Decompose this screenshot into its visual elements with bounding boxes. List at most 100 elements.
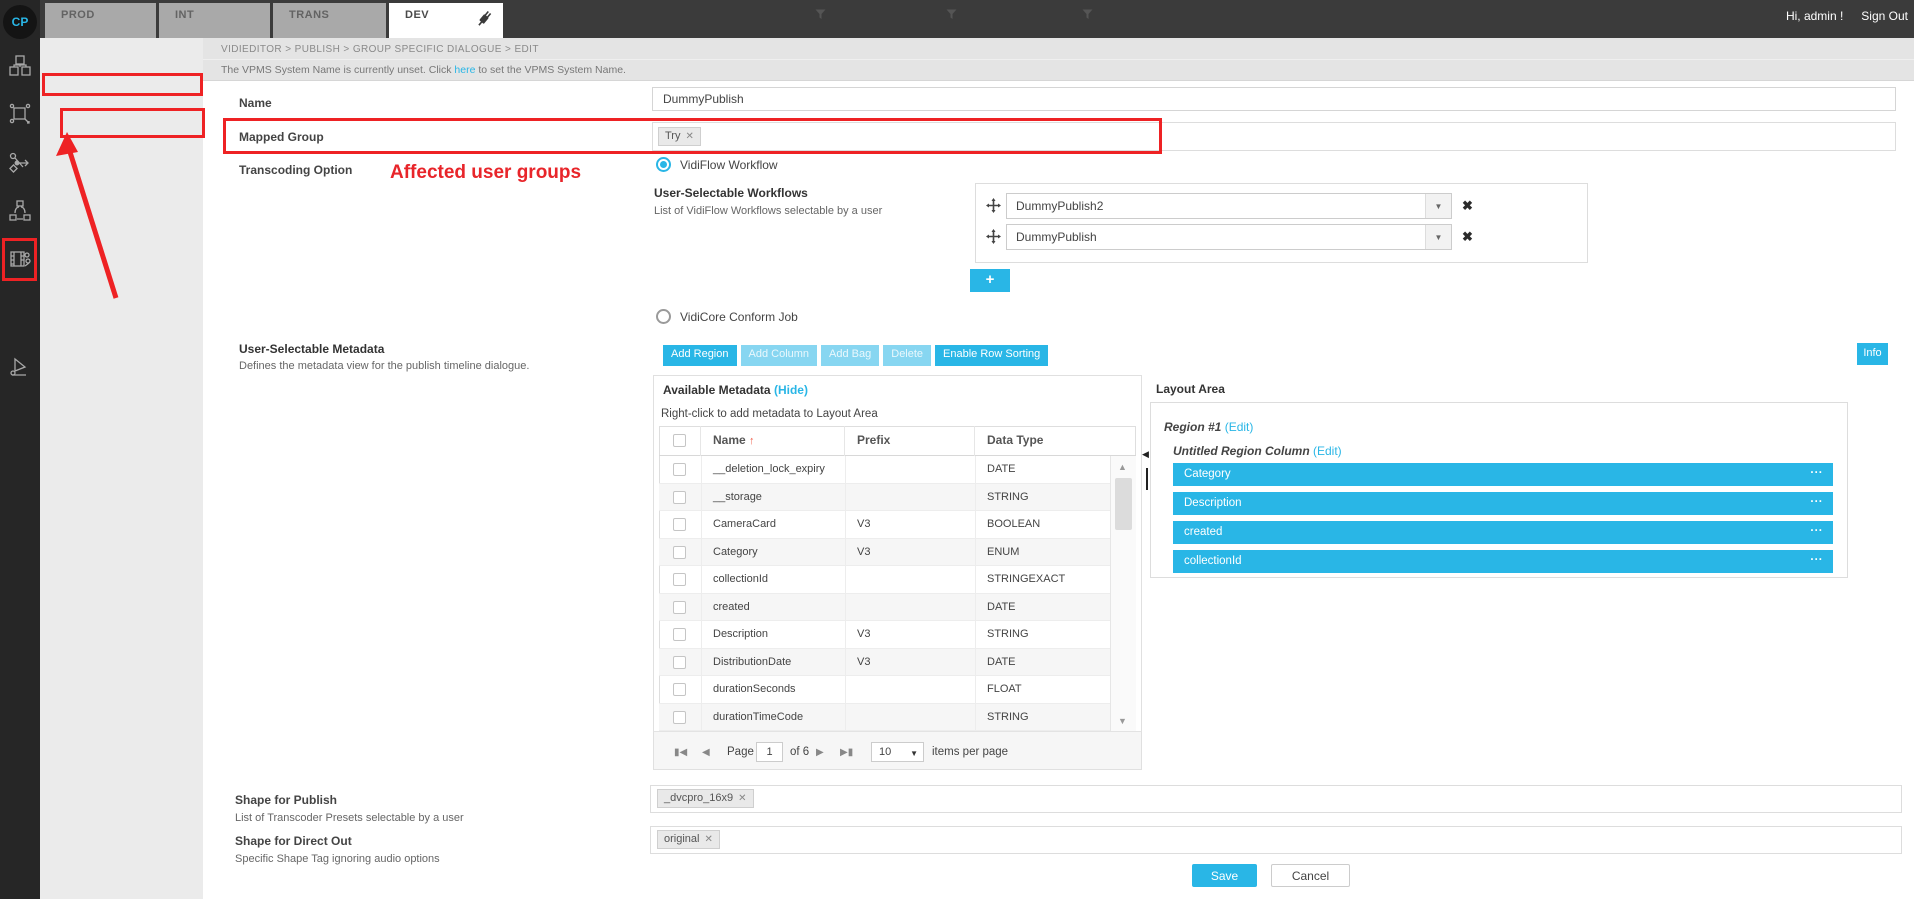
metadata-table-header: Name ↑ Prefix Data Type	[659, 426, 1136, 456]
row-checkbox[interactable]	[673, 628, 686, 641]
select-all-checkbox[interactable]	[673, 434, 686, 447]
shape-publish-label: Shape for Publish	[235, 793, 337, 807]
table-scrollbar[interactable]: ▲ ▼	[1110, 456, 1136, 731]
shape-publish-field[interactable]	[650, 785, 1902, 813]
save-button[interactable]: Save	[1192, 864, 1257, 887]
scroll-thumb[interactable]	[1115, 478, 1132, 530]
datatype-filter-icon[interactable]	[1082, 9, 1093, 20]
delete-button[interactable]: Delete	[883, 345, 931, 366]
table-row[interactable]: durationSecondsFLOAT	[659, 676, 1110, 704]
cancel-button[interactable]: Cancel	[1271, 864, 1350, 887]
tab-int[interactable]: INT	[159, 3, 270, 38]
chevron-down-icon[interactable]: ▼	[1425, 194, 1451, 218]
greeting-text: Hi, admin !	[1786, 9, 1843, 23]
first-page-button[interactable]: ▮◀	[674, 747, 687, 758]
add-region-button[interactable]: Add Region	[663, 345, 737, 366]
field-options-icon[interactable]: ...	[1810, 522, 1823, 534]
metadata-desc: Defines the metadata view for the publis…	[239, 360, 529, 372]
column-header-datatype[interactable]: Data Type	[975, 426, 1110, 456]
table-row[interactable]: CategoryV3ENUM	[659, 539, 1110, 567]
region-edit-link[interactable]: (Edit)	[1225, 420, 1254, 434]
scroll-down-icon[interactable]: ▼	[1118, 716, 1127, 726]
row-checkbox[interactable]	[673, 463, 686, 476]
workflow-dropdown[interactable]: DummyPublish▼	[1006, 224, 1452, 250]
splitter-collapse-icon[interactable]: ◀	[1142, 449, 1149, 460]
remove-tag-icon[interactable]: ✕	[685, 131, 693, 142]
table-row[interactable]: durationTimeCodeSTRING	[659, 704, 1110, 732]
last-page-button[interactable]: ▶▮	[840, 747, 853, 758]
info-button[interactable]: Info	[1857, 343, 1888, 365]
table-row[interactable]: createdDATE	[659, 594, 1110, 622]
row-checkbox[interactable]	[673, 711, 686, 724]
lifecycle-icon[interactable]	[8, 199, 32, 223]
row-checkbox[interactable]	[673, 601, 686, 614]
splitter-handle[interactable]	[1146, 468, 1148, 490]
prev-page-button[interactable]: ◀	[702, 747, 710, 758]
vidicore-conform-radio[interactable]	[656, 309, 671, 324]
prefix-filter-icon[interactable]	[946, 9, 957, 20]
items-per-page-select[interactable]: 10▼	[871, 742, 924, 762]
layout-field-category[interactable]: Category...	[1173, 463, 1833, 486]
remove-workflow-icon[interactable]: ✖	[1462, 198, 1473, 214]
mapped-group-field[interactable]	[652, 122, 1896, 151]
avatar[interactable]: CP	[3, 5, 37, 39]
table-row[interactable]: collectionIdSTRINGEXACT	[659, 566, 1110, 594]
cell-datatype: BOOLEAN	[987, 518, 1040, 530]
remove-workflow-icon[interactable]: ✖	[1462, 229, 1473, 245]
field-options-icon[interactable]: ...	[1810, 493, 1823, 505]
move-handle-icon[interactable]	[986, 198, 1001, 213]
tab-trans[interactable]: TRANS	[273, 3, 386, 38]
chevron-down-icon[interactable]: ▼	[1425, 225, 1451, 249]
table-row[interactable]: __storageSTRING	[659, 484, 1110, 512]
plug-icon[interactable]	[475, 9, 493, 29]
row-checkbox[interactable]	[673, 573, 686, 586]
row-checkbox[interactable]	[673, 656, 686, 669]
vpms-here-link[interactable]: here	[454, 64, 475, 76]
field-options-icon[interactable]: ...	[1810, 464, 1823, 476]
table-row[interactable]: CameraCardV3BOOLEAN	[659, 511, 1110, 539]
video-editor-icon[interactable]	[8, 247, 32, 271]
vidiflow-workflow-radio[interactable]	[656, 157, 671, 172]
modules-icon[interactable]	[8, 54, 32, 78]
shape-direct-field[interactable]	[650, 826, 1902, 854]
hide-link[interactable]: (Hide)	[774, 383, 808, 397]
row-checkbox[interactable]	[673, 683, 686, 696]
table-row[interactable]: __deletion_lock_expiryDATE	[659, 456, 1110, 484]
shape-publish-tag: _dvcpro_16x9✕	[657, 789, 754, 808]
remove-tag-icon[interactable]: ✕	[738, 793, 746, 804]
sign-out-link[interactable]: Sign Out	[1861, 9, 1908, 23]
table-row[interactable]: DistributionDateV3DATE	[659, 649, 1110, 677]
column-header-name[interactable]: Name ↑	[701, 426, 845, 456]
layout-field-description[interactable]: Description...	[1173, 492, 1833, 515]
column-header-prefix[interactable]: Prefix	[845, 426, 975, 456]
layout-field-collectionid[interactable]: collectionId...	[1173, 550, 1833, 573]
enable-row-sorting-button[interactable]: Enable Row Sorting	[935, 345, 1048, 366]
add-column-button[interactable]: Add Column	[741, 345, 818, 366]
field-options-icon[interactable]: ...	[1810, 551, 1823, 563]
layout-field-created[interactable]: created...	[1173, 521, 1833, 544]
available-metadata-title: Available Metadata (Hide)	[663, 383, 808, 397]
tab-prod[interactable]: PROD	[45, 3, 156, 38]
add-bag-button[interactable]: Add Bag	[821, 345, 879, 366]
row-checkbox[interactable]	[673, 546, 686, 559]
move-handle-icon[interactable]	[986, 229, 1001, 244]
automation-icon[interactable]	[8, 102, 32, 126]
workflow-dropdown[interactable]: DummyPublish2▼	[1006, 193, 1452, 219]
row-checkbox[interactable]	[673, 491, 686, 504]
breadcrumb: VIDIEDITOR > PUBLISH > GROUP SPECIFIC DI…	[221, 44, 539, 55]
page-input[interactable]: 1	[756, 742, 783, 762]
next-page-button[interactable]: ▶	[816, 747, 824, 758]
name-filter-icon[interactable]	[815, 9, 826, 20]
remove-tag-icon[interactable]: ✕	[704, 834, 712, 845]
name-input[interactable]: DummyPublish	[652, 87, 1896, 111]
row-checkbox[interactable]	[673, 518, 686, 531]
column-edit-link[interactable]: (Edit)	[1313, 444, 1342, 458]
export-tool-icon[interactable]	[8, 355, 32, 379]
table-row[interactable]: DescriptionV3STRING	[659, 621, 1110, 649]
cell-datatype: DATE	[987, 656, 1016, 668]
annotation-text: Affected user groups	[390, 162, 581, 184]
cell-name: Description	[713, 628, 768, 640]
scroll-up-icon[interactable]: ▲	[1118, 462, 1127, 472]
workflow-routing-icon[interactable]	[8, 150, 32, 174]
add-workflow-button[interactable]: +	[970, 269, 1010, 292]
